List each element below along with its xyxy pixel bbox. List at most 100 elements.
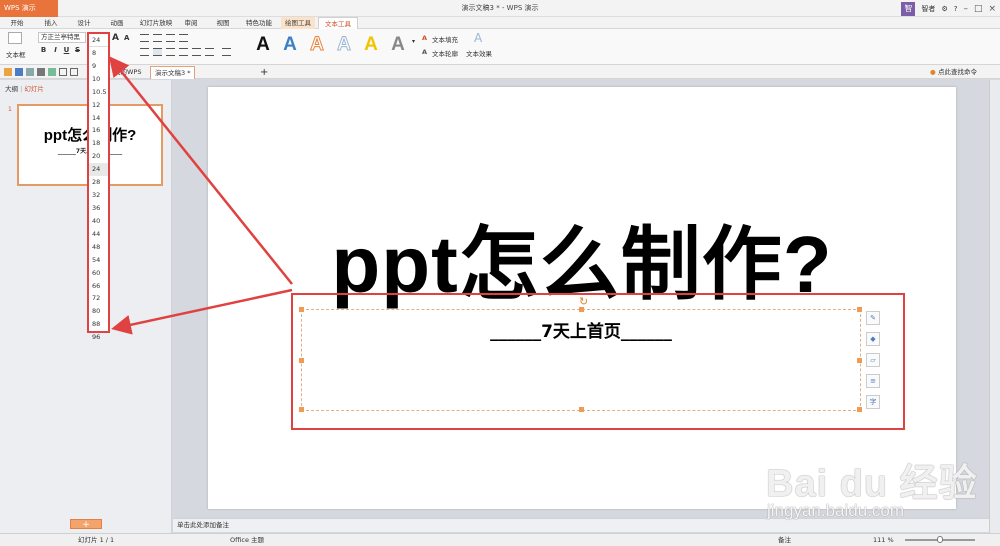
avatar[interactable]: 智 bbox=[901, 1, 916, 16]
font-size-option[interactable]: 16 bbox=[89, 124, 108, 137]
quick-access-bar: 我的WPS 演示文稿3 * + ● 点此查找命令 (Alt+Q) bbox=[0, 65, 1000, 89]
wordart-style-gray[interactable]: A bbox=[387, 34, 409, 56]
font-size-option[interactable]: 10.5 bbox=[89, 86, 108, 99]
text-outline-button[interactable]: 文本轮廓 bbox=[432, 48, 458, 58]
font-size-option[interactable]: 8 bbox=[89, 47, 108, 60]
text-effect-button[interactable]: 文本效果 bbox=[466, 48, 492, 58]
textbox-icon[interactable] bbox=[8, 32, 22, 44]
font-size-option[interactable]: 44 bbox=[89, 228, 108, 241]
export-pdf-icon[interactable] bbox=[26, 68, 34, 76]
tab-animation[interactable]: 动画 bbox=[106, 17, 128, 29]
tab-outline[interactable]: 大纲 bbox=[5, 85, 18, 93]
tab-slides[interactable]: 幻灯片 bbox=[24, 85, 44, 93]
help-icon[interactable]: ? bbox=[954, 5, 958, 13]
font-size-option[interactable]: 60 bbox=[89, 267, 108, 280]
decrease-indent-icon[interactable] bbox=[166, 34, 175, 42]
wordart-more-arrow[interactable]: ▾ bbox=[412, 38, 415, 45]
font-size-option[interactable]: 54 bbox=[89, 254, 108, 267]
tab-home[interactable]: 开始 bbox=[4, 17, 30, 29]
save-icon[interactable] bbox=[15, 68, 23, 76]
status-bar: 幻灯片 1 / 1 Office 主题 备注 111 % bbox=[0, 533, 1000, 546]
tab-design[interactable]: 设计 bbox=[73, 17, 95, 29]
font-size-option[interactable]: 28 bbox=[89, 176, 108, 189]
zoom-slider-handle[interactable] bbox=[937, 536, 943, 543]
preview-icon[interactable] bbox=[48, 68, 56, 76]
add-slide-button[interactable]: + bbox=[70, 519, 102, 530]
underline-button[interactable]: U bbox=[62, 46, 71, 55]
bold-button[interactable]: B bbox=[39, 46, 48, 55]
command-search[interactable]: 点此查找命令 (Alt+Q) bbox=[934, 66, 1000, 89]
wordart-style-blue-outline[interactable]: A bbox=[333, 34, 355, 56]
panel-tabs: 大纲 | 幻灯片 bbox=[5, 85, 44, 93]
text-fill-button[interactable]: 文本填充 bbox=[432, 34, 458, 44]
doc-tab-my-wps[interactable]: 我的WPS bbox=[110, 66, 145, 79]
font-size-option[interactable]: 24 bbox=[89, 163, 108, 177]
minimize-button[interactable]: – bbox=[963, 4, 968, 14]
redo-icon[interactable] bbox=[70, 68, 78, 76]
font-size-option[interactable]: 48 bbox=[89, 241, 108, 254]
print-icon[interactable] bbox=[37, 68, 45, 76]
tab-insert[interactable]: 插入 bbox=[40, 17, 62, 29]
baidu-watermark-url: jingyan.baidu.com bbox=[767, 501, 905, 520]
font-size-option[interactable]: 18 bbox=[89, 137, 108, 150]
font-size-option[interactable]: 80 bbox=[89, 305, 108, 318]
notes-toggle[interactable]: 备注 bbox=[778, 534, 791, 546]
increase-font-button[interactable]: A bbox=[112, 33, 119, 43]
text-outline-icon[interactable]: A bbox=[422, 48, 427, 56]
justify-icon[interactable] bbox=[179, 48, 188, 56]
italic-button[interactable]: I bbox=[51, 46, 60, 55]
wordart-style-blue[interactable]: A bbox=[279, 34, 301, 56]
wps-app-button[interactable]: WPS 演示 bbox=[0, 0, 58, 17]
text-effect-icon[interactable]: A bbox=[474, 31, 482, 45]
font-size-option[interactable]: 12 bbox=[89, 99, 108, 112]
font-size-option[interactable]: 9 bbox=[89, 60, 108, 73]
font-size-option[interactable]: 40 bbox=[89, 215, 108, 228]
strikethrough-button[interactable]: S bbox=[73, 46, 82, 55]
font-size-option[interactable]: 72 bbox=[89, 292, 108, 305]
zoom-level[interactable]: 111 % bbox=[873, 534, 894, 546]
decrease-font-button[interactable]: A bbox=[124, 34, 129, 42]
align-center-icon[interactable] bbox=[153, 48, 162, 56]
tab-features[interactable]: 特色功能 bbox=[242, 17, 276, 29]
close-button[interactable]: × bbox=[988, 4, 996, 14]
font-size-option[interactable]: 10 bbox=[89, 73, 108, 86]
font-size-current[interactable]: 24 bbox=[89, 34, 108, 47]
wordart-style-yellow[interactable]: A bbox=[360, 34, 382, 56]
font-size-option[interactable]: 88 bbox=[89, 318, 108, 331]
ribbon: 文本框 方正兰亭特黑 24 A A B I U S A A A A A A ▾ … bbox=[0, 29, 1000, 65]
doc-tab-presentation[interactable]: 演示文稿3 * bbox=[150, 66, 196, 79]
font-size-dropdown[interactable]: 24 8 9 10 10.5 12 14 16 18 20 24 28 32 36 40 44 48 54 60 6… bbox=[87, 32, 110, 341]
new-tab-button[interactable]: + bbox=[256, 66, 272, 79]
align-left-icon[interactable] bbox=[140, 48, 149, 56]
increase-indent-icon[interactable] bbox=[179, 34, 188, 42]
undo-icon[interactable] bbox=[59, 68, 67, 76]
font-size-option[interactable]: 20 bbox=[89, 150, 108, 163]
line-spacing-icon[interactable] bbox=[205, 48, 214, 56]
wordart-style-black[interactable]: A bbox=[252, 34, 274, 56]
textbox-label[interactable]: 文本框 bbox=[6, 49, 26, 59]
tab-drawing-tools[interactable]: 绘图工具 bbox=[281, 17, 315, 29]
maximize-button[interactable]: □ bbox=[974, 4, 983, 14]
align-right-icon[interactable] bbox=[166, 48, 175, 56]
text-fill-icon[interactable]: A bbox=[422, 34, 427, 42]
column-icon[interactable] bbox=[222, 48, 231, 56]
user-name[interactable]: 智者 bbox=[921, 4, 935, 14]
vertical-scrollbar[interactable] bbox=[989, 80, 1000, 533]
tab-review[interactable]: 审阅 bbox=[180, 17, 202, 29]
slide-count: 幻灯片 1 / 1 bbox=[78, 536, 115, 544]
font-size-option[interactable]: 66 bbox=[89, 280, 108, 293]
tab-view[interactable]: 视图 bbox=[212, 17, 234, 29]
wordart-style-orange-outline[interactable]: A bbox=[306, 34, 328, 56]
tab-text-tools[interactable]: 文本工具 bbox=[318, 17, 358, 29]
font-size-option[interactable]: 14 bbox=[89, 112, 108, 125]
skin-icon[interactable]: ⚙ bbox=[941, 5, 947, 13]
bullet-list-icon[interactable] bbox=[140, 34, 149, 42]
font-size-option[interactable]: 36 bbox=[89, 202, 108, 215]
font-size-option[interactable]: 32 bbox=[89, 189, 108, 202]
numbered-list-icon[interactable] bbox=[153, 34, 162, 42]
open-icon[interactable] bbox=[4, 68, 12, 76]
tab-slideshow[interactable]: 幻灯片放映 bbox=[136, 17, 176, 29]
font-size-option[interactable]: 96 bbox=[89, 331, 108, 344]
font-name-combo[interactable]: 方正兰亭特黑 bbox=[38, 32, 86, 43]
distribute-icon[interactable] bbox=[192, 48, 201, 56]
